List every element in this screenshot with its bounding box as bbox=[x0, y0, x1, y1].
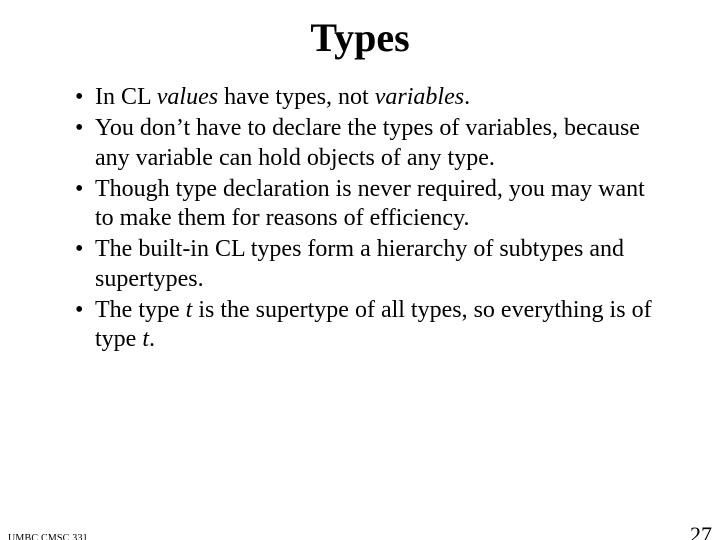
italic-text: variables bbox=[375, 84, 464, 110]
bullet-item-4: The built-in CL types form a hierarchy o… bbox=[75, 235, 660, 294]
text: In CL bbox=[95, 84, 157, 110]
slide-title: Types bbox=[0, 14, 720, 61]
text: have types, not bbox=[218, 84, 375, 110]
bullet-item-1: In CL values have types, not variables. bbox=[75, 83, 660, 112]
text: You don’t have to declare the types of v… bbox=[95, 115, 640, 170]
italic-text: t bbox=[142, 326, 149, 352]
text: . bbox=[464, 84, 470, 110]
bullet-list: In CL values have types, not variables. … bbox=[75, 83, 660, 354]
bullet-item-2: You don’t have to declare the types of v… bbox=[75, 114, 660, 173]
slide: Types In CL values have types, not varia… bbox=[0, 14, 720, 540]
bullet-item-3: Though type declaration is never require… bbox=[75, 175, 660, 234]
text: . bbox=[149, 326, 155, 352]
slide-number: 27 bbox=[690, 522, 712, 540]
text: The type bbox=[95, 297, 186, 323]
text: Though type declaration is never require… bbox=[95, 176, 645, 231]
text: The built-in CL types form a hierarchy o… bbox=[95, 236, 624, 291]
bullet-item-5: The type t is the supertype of all types… bbox=[75, 296, 660, 355]
italic-text: values bbox=[157, 84, 218, 110]
footer-course-code: UMBC CMSC 331 bbox=[8, 533, 88, 540]
